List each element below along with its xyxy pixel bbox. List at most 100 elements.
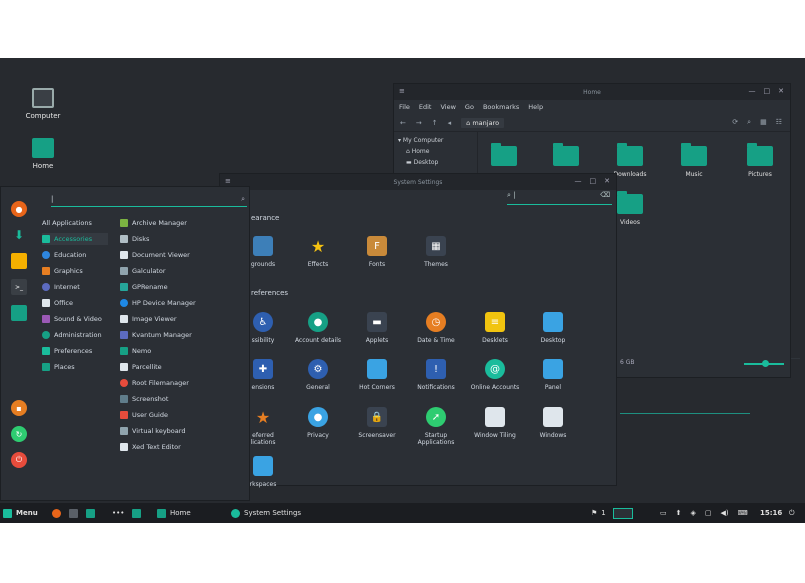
menu-help[interactable]: Help: [528, 103, 543, 111]
category-internet[interactable]: Internet: [42, 281, 80, 293]
menu-bookmarks[interactable]: Bookmarks: [483, 103, 519, 111]
app-document-viewer[interactable]: Document Viewer: [120, 249, 190, 261]
back-icon[interactable]: ←: [400, 119, 406, 127]
menu-edit[interactable]: Edit: [419, 103, 432, 111]
app-nemo[interactable]: Nemo: [120, 345, 151, 357]
breadcrumb[interactable]: ⌂ manjaro: [461, 117, 505, 128]
settings-window-tiling[interactable]: Window Tiling: [466, 407, 524, 439]
minimize-icon[interactable]: —: [749, 87, 756, 95]
menu-view[interactable]: View: [440, 103, 455, 111]
app-disks[interactable]: Disks: [120, 233, 149, 245]
category-graphics[interactable]: Graphics: [42, 265, 83, 277]
power-icon[interactable]: ⏻: [11, 452, 27, 468]
category-education[interactable]: Education: [42, 249, 86, 261]
clock[interactable]: 15:16: [760, 506, 782, 520]
launcher-home[interactable]: [132, 506, 141, 520]
folder-item[interactable]: [542, 143, 590, 171]
list-view-icon[interactable]: ☷: [776, 118, 782, 127]
shield-icon[interactable]: ◈: [691, 509, 696, 517]
files-icon[interactable]: [11, 253, 27, 269]
zoom-slider-handle[interactable]: [762, 360, 769, 367]
menu-search-input[interactable]: | ⌕: [51, 195, 247, 207]
app-galculator[interactable]: Galculator: [120, 265, 166, 277]
clear-icon[interactable]: ⌫: [600, 191, 610, 199]
settings-hot-corners[interactable]: Hot Corners: [348, 359, 406, 391]
category-all-applications[interactable]: All Applications: [42, 217, 108, 229]
up-icon[interactable]: ↑: [432, 119, 438, 127]
menu-go[interactable]: Go: [465, 103, 474, 111]
update-icon[interactable]: ⬆: [676, 509, 682, 517]
launcher-firefox[interactable]: [52, 506, 61, 520]
file-manager-titlebar[interactable]: ≡ Home — □ ✕: [394, 84, 790, 100]
task-home[interactable]: Home: [157, 506, 191, 520]
window-menu-icon[interactable]: ≡: [225, 177, 231, 185]
volume-icon[interactable]: ◀): [721, 509, 729, 517]
display-icon[interactable]: ▭: [660, 509, 667, 517]
keyboard-layout-icon[interactable]: ⌨: [738, 509, 748, 517]
chevron-left-icon[interactable]: ◂: [448, 119, 452, 127]
folder-item[interactable]: [480, 143, 528, 171]
app-user-guide[interactable]: User Guide: [120, 409, 168, 421]
refresh-icon[interactable]: ⟳: [732, 118, 738, 127]
category-preferences[interactable]: Preferences: [42, 345, 92, 357]
system-settings-titlebar[interactable]: ≡ System Settings — □ ✕: [220, 174, 616, 190]
sidebar-item-home[interactable]: ⌂ Home: [398, 146, 477, 157]
maximize-icon[interactable]: □: [590, 177, 597, 185]
app-image-viewer[interactable]: Image Viewer: [120, 313, 177, 325]
launcher-terminal[interactable]: [69, 506, 78, 520]
network-icon[interactable]: ▢: [705, 509, 712, 517]
settings-startup-applications[interactable]: ➚ Startup Applications: [407, 407, 465, 446]
terminal-icon[interactable]: >_: [11, 279, 27, 295]
sidebar-item-my-computer[interactable]: ▾ My Computer: [398, 135, 477, 146]
launcher-files[interactable]: [86, 506, 95, 520]
close-icon[interactable]: ✕: [604, 177, 610, 185]
forward-icon[interactable]: →: [416, 119, 422, 127]
app-xed-text-editor[interactable]: Xed Text Editor: [120, 441, 181, 453]
settings-desktop[interactable]: Desktop: [524, 312, 582, 344]
settings-fonts[interactable]: F Fonts: [348, 236, 406, 268]
category-sound-video[interactable]: Sound & Video: [42, 313, 102, 325]
settings-privacy[interactable]: ● Privacy: [289, 407, 347, 439]
settings-online-accounts[interactable]: @ Online Accounts: [466, 359, 524, 391]
settings-general[interactable]: ⚙ General: [289, 359, 347, 391]
desktop-icon-home[interactable]: Home: [13, 138, 73, 170]
show-desktop-dots-icon[interactable]: •••: [112, 506, 124, 520]
settings-desklets[interactable]: ≡ Desklets: [466, 312, 524, 344]
user-icon[interactable]: ⏻: [789, 506, 795, 520]
minimize-icon[interactable]: —: [575, 177, 582, 185]
lock-icon[interactable]: ▪: [11, 400, 27, 416]
settings-applets[interactable]: ▬ Applets: [348, 312, 406, 344]
home-folder-icon[interactable]: [11, 305, 27, 321]
grid-view-icon[interactable]: ▦: [760, 118, 767, 127]
sidebar-item-desktop[interactable]: ▬ Desktop: [398, 157, 477, 168]
search-icon[interactable]: ⌕: [747, 118, 751, 127]
app-parcellite[interactable]: Parcellite: [120, 361, 162, 373]
app-screenshot[interactable]: Screenshot: [120, 393, 168, 405]
category-accessories[interactable]: Accessories: [42, 233, 108, 245]
category-places[interactable]: Places: [42, 361, 75, 373]
app-archive-manager[interactable]: Archive Manager: [120, 217, 187, 229]
category-office[interactable]: Office: [42, 297, 73, 309]
logout-icon[interactable]: ↻: [11, 426, 27, 442]
app-hp-device-manager[interactable]: HP Device Manager: [120, 297, 196, 309]
settings-windows[interactable]: Windows: [524, 407, 582, 439]
category-administration[interactable]: Administration: [42, 329, 102, 341]
workspace-switcher[interactable]: [613, 506, 633, 520]
task-system-settings[interactable]: System Settings: [231, 506, 301, 520]
settings-screensaver[interactable]: 🔒 Screensaver: [348, 407, 406, 439]
folder-pictures[interactable]: Pictures: [736, 143, 784, 178]
settings-account-details[interactable]: ● Account details: [289, 312, 347, 344]
settings-search-input[interactable]: ⌕ | ⌫: [507, 191, 612, 205]
app-root-filemanager[interactable]: Root Filemanager: [120, 377, 189, 389]
close-icon[interactable]: ✕: [778, 87, 784, 95]
software-icon[interactable]: ⬇: [11, 227, 27, 243]
app-virtual-keyboard[interactable]: Virtual keyboard: [120, 425, 185, 437]
window-menu-icon[interactable]: ≡: [399, 87, 405, 95]
desktop-icon-computer[interactable]: Computer: [13, 88, 73, 120]
app-gprename[interactable]: GPRename: [120, 281, 168, 293]
settings-panel[interactable]: Panel: [524, 359, 582, 391]
workspace-indicator[interactable]: ⚑ 1: [591, 506, 606, 520]
menu-button[interactable]: Menu: [3, 506, 38, 520]
folder-music[interactable]: Music: [670, 143, 718, 178]
settings-themes[interactable]: ▦ Themes: [407, 236, 465, 268]
